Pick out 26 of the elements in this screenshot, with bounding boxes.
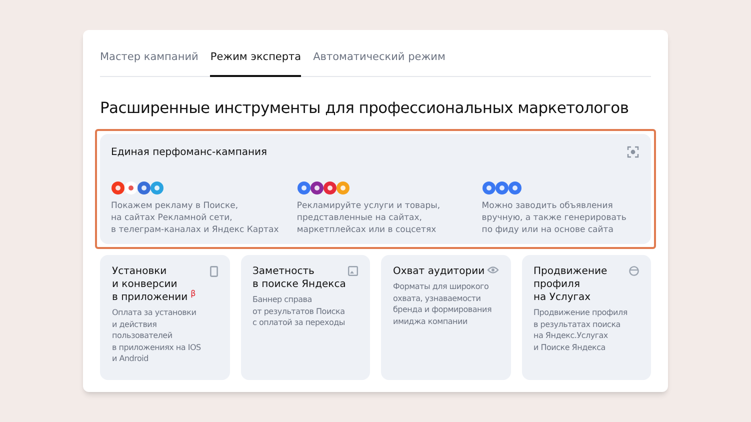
eye-icon: [486, 266, 498, 274]
card-title: Единая перфоманс-кампания: [111, 146, 268, 160]
card-description: Продвижение профиля в результатах поиска на Яндекс.Услугах и Поиске Яндекса: [534, 307, 628, 353]
scan-icon: [627, 146, 639, 158]
globe-icon: [629, 266, 639, 276]
card-title: Установки и конверсии в приложении $^{β}$: [112, 265, 196, 304]
product-card[interactable]: Заметность в поиске Яндекса Баннер справа от результатов Поиска с оплатой за переходы: [240, 255, 370, 380]
column-description: Можно заводить объявления вручную, а также генерировать по фиду или на основе сайта: [482, 200, 628, 236]
card-title: Охват аудитории: [393, 265, 485, 278]
phone-icon: [210, 266, 218, 277]
column-description: Покажем рекламу в Поиске, на сайтах Рекламной сети, в телеграм-каналах и Яндекс Картах: [111, 200, 280, 236]
product-card[interactable]: Охват аудитории Форматы для широкого охвата, узнаваемости бренда и формирования имиджа компании: [381, 255, 510, 380]
tab[interactable]: Автоматический режим: [313, 50, 446, 77]
product-card[interactable]: Продвижение профиля на Услугах Продвижение профиля в результатах поиска на Яндекс.Услугах и Поиске Яндекса: [522, 255, 651, 380]
card-description: Оплата за установки и действия пользователей в приложениях на IOS и Android: [112, 307, 202, 364]
card-title: Продвижение профиля на Услугах: [534, 265, 608, 304]
tab[interactable]: Мастер кампаний: [100, 50, 198, 77]
card-description: Форматы для широкого охвата, узнаваемости бренда и формирования имиджа компании: [393, 281, 493, 327]
column-description: Рекламируйте услуги и товары, представленные на сайтах, маркетплейсах или в соцсетях: [296, 200, 442, 236]
card-title: Заметность в поиске Яндекса: [252, 265, 346, 291]
page-heading: Расширенные инструменты для профессиональных маркетологов: [100, 98, 630, 119]
product-card[interactable]: Установки и конверсии в приложении $^{β}$ Оплата за установки и действия пользователей в приложениях на IOS и Android: [100, 255, 230, 380]
image-icon: [348, 266, 358, 276]
tab[interactable]: Режим эксперта: [210, 50, 302, 77]
beta-label: β: [190, 289, 196, 298]
card-description: Баннер справа от результатов Поиска с оплатой за переходы: [252, 294, 346, 328]
